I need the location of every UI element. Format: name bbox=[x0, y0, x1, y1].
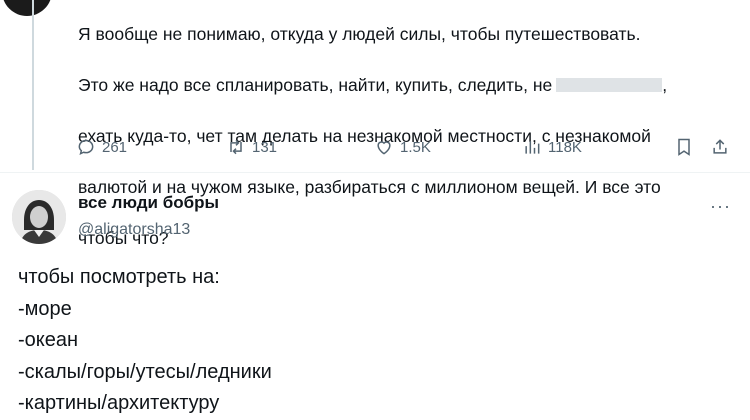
reply-line: -океан bbox=[18, 329, 79, 351]
views-icon bbox=[525, 141, 540, 154]
retweet-count: 131 bbox=[252, 138, 278, 156]
avatar[interactable] bbox=[2, 0, 52, 16]
share-button[interactable] bbox=[710, 137, 730, 157]
tweet-line-text: Это же надо все спланировать, найти, куп… bbox=[78, 74, 553, 95]
like-icon bbox=[377, 141, 391, 155]
reply-line: чтобы посмотреть на: bbox=[18, 266, 220, 288]
reply-line: -море bbox=[18, 297, 72, 320]
reply-line: -скалы/горы/утесы/ледники bbox=[18, 360, 272, 383]
avatar[interactable] bbox=[12, 190, 66, 244]
views-count: 118K bbox=[548, 138, 582, 156]
tweet-line: Это же надо все спланировать, найти, куп… bbox=[78, 73, 728, 99]
views-button[interactable]: 118K bbox=[522, 137, 582, 157]
more-options-icon[interactable]: ··· bbox=[710, 196, 731, 217]
divider bbox=[0, 172, 750, 173]
retweet-icon bbox=[230, 139, 242, 155]
tweet-line-suffix: , bbox=[662, 74, 668, 95]
reply-count: 261 bbox=[102, 138, 128, 156]
reply-text: чтобы посмотреть на: -море -океан -скалы… bbox=[18, 262, 738, 420]
like-button[interactable]: 1.5K bbox=[374, 137, 431, 157]
thread-line bbox=[32, 0, 34, 170]
tweet-actions: 261 131 1.5K 118K bbox=[76, 137, 736, 163]
redacted-block bbox=[556, 77, 663, 92]
display-name[interactable]: все люди бобры bbox=[78, 193, 219, 213]
reply-line: -картины/архитектуру bbox=[18, 392, 220, 414]
retweet-button[interactable]: 131 bbox=[226, 137, 277, 157]
reply-icon bbox=[78, 139, 94, 156]
tweet-line: Я вообще не понимаю, откуда у людей силы… bbox=[78, 23, 641, 44]
user-photo-icon bbox=[12, 190, 66, 244]
bookmark-icon bbox=[678, 138, 690, 156]
share-icon bbox=[713, 139, 727, 154]
bookmark-button[interactable] bbox=[674, 137, 694, 157]
like-count: 1.5K bbox=[400, 138, 431, 156]
user-handle[interactable]: @aligatorsha13 bbox=[78, 221, 190, 239]
reply-button[interactable]: 261 bbox=[76, 137, 127, 157]
